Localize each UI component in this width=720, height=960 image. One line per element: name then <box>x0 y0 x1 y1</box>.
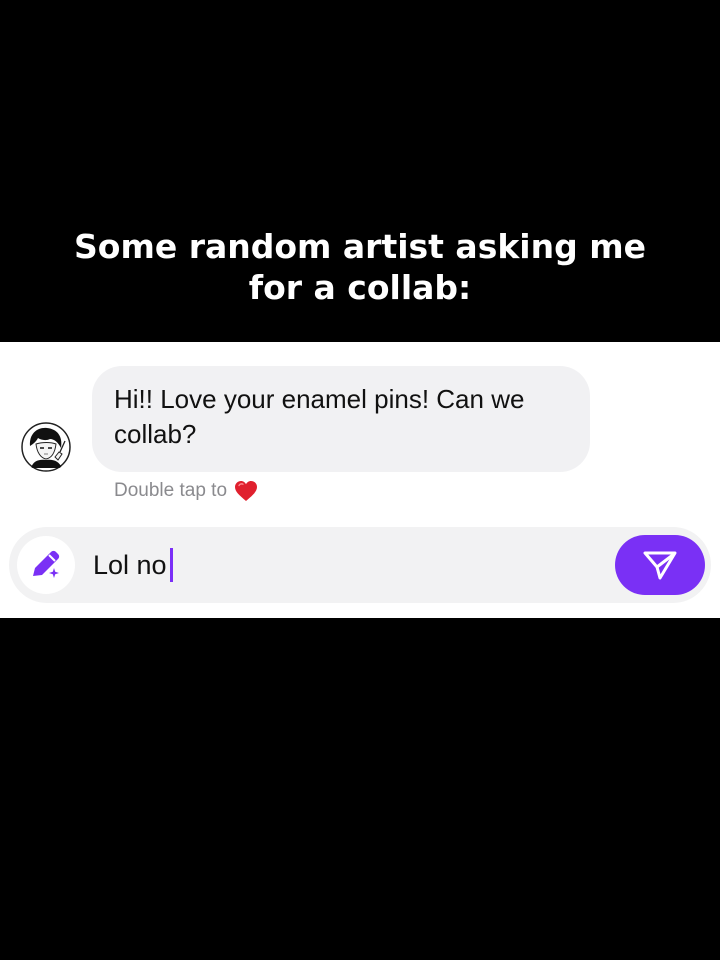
text-caret <box>169 548 173 582</box>
message-composer: Lol no <box>9 527 711 603</box>
incoming-message-bubble[interactable]: Hi!! Love your enamel pins! Can we colla… <box>92 366 590 472</box>
message-line-2: collab? <box>114 419 197 449</box>
avatar[interactable] <box>21 422 71 472</box>
screen: Some random artist asking me for a colla… <box>0 0 720 960</box>
double-tap-hint: Double tap to <box>114 478 259 504</box>
send-icon <box>643 551 677 580</box>
avatar-illustration-icon <box>21 422 71 472</box>
double-tap-label: Double tap to <box>114 480 228 501</box>
compose-assist-button[interactable] <box>17 536 75 594</box>
video-caption: Some random artist asking me for a colla… <box>0 226 720 308</box>
send-button[interactable] <box>615 535 705 595</box>
caption-line-2: for a collab: <box>248 268 472 307</box>
message-input-text: Lol no <box>93 549 167 580</box>
message-line-1: Hi!! Love your enamel pins! Can we <box>114 384 525 414</box>
message-input[interactable]: Lol no <box>93 545 173 585</box>
heart-icon <box>235 481 258 501</box>
chat-panel: Hi!! Love your enamel pins! Can we colla… <box>0 342 720 618</box>
pencil-sparkle-icon <box>33 550 60 578</box>
caption-line-1: Some random artist asking me <box>74 227 646 266</box>
